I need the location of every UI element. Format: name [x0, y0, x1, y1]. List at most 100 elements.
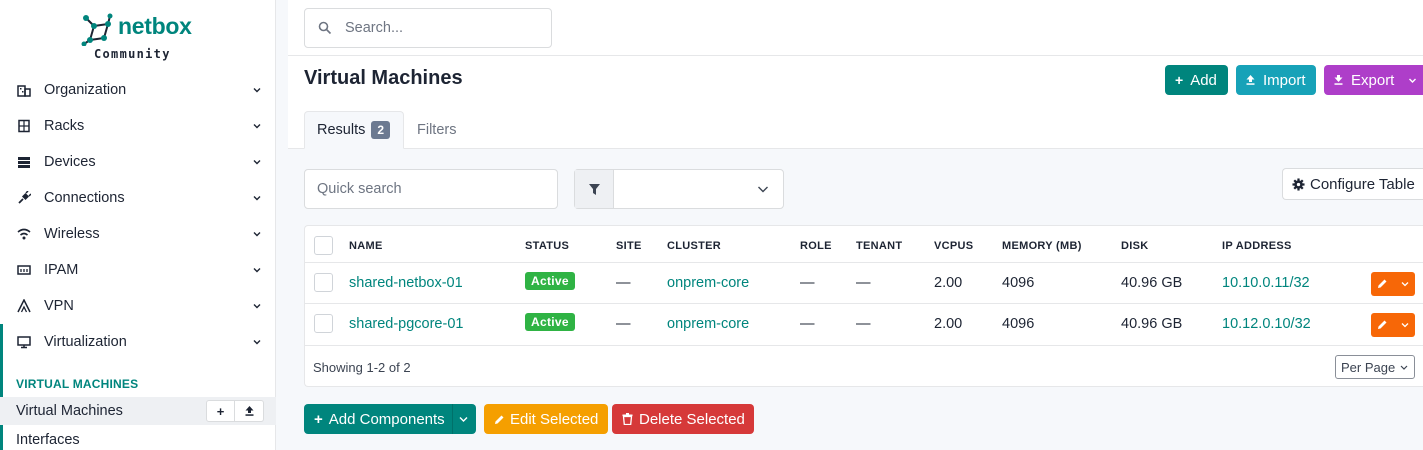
select-all-checkbox[interactable] — [314, 236, 333, 255]
chevron-down-icon — [1409, 78, 1416, 83]
nav-racks[interactable]: Racks — [0, 108, 276, 144]
download-icon — [1334, 75, 1343, 85]
nav-virtualization[interactable]: Virtualization — [0, 324, 276, 360]
brand-name: netbox — [118, 13, 192, 39]
counter-icon — [16, 262, 32, 278]
add-vm-button[interactable]: + — [206, 400, 235, 422]
vm-name-link[interactable]: shared-netbox-01 — [349, 275, 463, 291]
chevron-down-icon — [1400, 365, 1408, 370]
chevron-down-icon — [253, 232, 261, 237]
tenant-cell: — — [856, 275, 871, 291]
search-input[interactable] — [345, 9, 545, 47]
vcpus-cell: 2.00 — [934, 275, 963, 291]
memory-cell: 4096 — [1002, 316, 1035, 332]
plus-icon: + — [216, 403, 225, 419]
tab-label: Filters — [417, 122, 457, 138]
site-cell: — — [616, 316, 631, 332]
tunnel-icon — [16, 298, 32, 314]
role-cell: — — [800, 275, 815, 291]
monitor-icon — [16, 334, 32, 350]
brand-edition: Community — [94, 47, 171, 61]
pencil-icon — [1378, 279, 1387, 288]
tab-results[interactable]: Results 2 — [304, 111, 404, 149]
col-header-status[interactable]: STATUS — [525, 240, 569, 252]
configure-table-button[interactable]: Configure Table — [1282, 168, 1423, 200]
netbox-logo-icon — [81, 13, 113, 46]
ip-address-link[interactable]: 10.12.0.10/32 — [1222, 316, 1311, 332]
quick-search-input[interactable] — [305, 170, 557, 208]
nav-section-heading: VIRTUAL MACHINES — [16, 377, 139, 391]
edit-selected-label: Edit Selected — [510, 410, 599, 428]
chevron-down-icon — [1401, 323, 1409, 328]
row-edit-button[interactable] — [1371, 313, 1415, 337]
nav-sub-interfaces[interactable]: Interfaces — [0, 426, 276, 450]
add-button[interactable]: + Add — [1165, 65, 1228, 95]
col-header-name[interactable]: NAME — [349, 240, 383, 252]
configure-table-label: Configure Table — [1310, 175, 1415, 193]
import-vm-button[interactable] — [235, 400, 264, 422]
import-label: Import — [1263, 71, 1306, 89]
wifi-icon — [16, 226, 32, 242]
col-header-ip-address[interactable]: IP ADDRESS — [1222, 240, 1292, 252]
status-badge: Active — [525, 313, 575, 331]
col-header-cluster[interactable]: CLUSTER — [667, 240, 721, 252]
tenant-cell: — — [856, 316, 871, 332]
nav-connections[interactable]: Connections — [0, 180, 276, 216]
chevron-down-icon — [253, 160, 261, 165]
nav-ipam[interactable]: IPAM — [0, 252, 276, 288]
col-header-memory[interactable]: MEMORY (MB) — [1002, 240, 1082, 252]
add-components-button[interactable]: + Add Components — [304, 404, 476, 434]
pencil-icon — [495, 415, 504, 424]
nav-label: IPAM — [44, 262, 79, 278]
sidebar: netbox Community Organization Racks Devi… — [0, 0, 276, 450]
site-cell: — — [616, 275, 631, 291]
per-page-label: Per Page — [1341, 359, 1396, 375]
export-button[interactable]: Export — [1324, 65, 1423, 95]
nav-sub-virtual-machines[interactable]: Virtual Machines + — [0, 397, 276, 425]
chevron-down-icon — [253, 196, 261, 201]
nav-organization[interactable]: Organization — [0, 72, 276, 108]
nav-sub-label: Interfaces — [16, 432, 80, 448]
filter-icon — [588, 183, 600, 195]
import-button[interactable]: Import — [1236, 65, 1316, 95]
tab-filters[interactable]: Filters — [417, 111, 456, 149]
export-label: Export — [1351, 71, 1395, 89]
nav-devices[interactable]: Devices — [0, 144, 276, 180]
chevron-down-icon — [758, 186, 768, 193]
vm-name-link[interactable]: shared-pgcore-01 — [349, 316, 463, 332]
chevron-down-icon — [459, 417, 468, 422]
table-row: shared-pgcore-01 Active — onprem-core — … — [305, 303, 1423, 345]
cluster-link[interactable]: onprem-core — [667, 275, 749, 291]
chevron-down-icon — [253, 340, 261, 345]
col-header-tenant[interactable]: TENANT — [856, 240, 902, 252]
add-label: Add — [1190, 71, 1217, 89]
split-divider — [452, 404, 453, 434]
tab-label: Results — [317, 122, 366, 138]
brand-logo[interactable]: netbox Community — [80, 10, 200, 64]
cluster-link[interactable]: onprem-core — [667, 316, 749, 332]
row-checkbox[interactable] — [314, 273, 333, 292]
edit-selected-button[interactable]: Edit Selected — [484, 404, 608, 434]
per-page-select[interactable]: Per Page — [1335, 355, 1415, 379]
chevron-down-icon — [253, 88, 261, 93]
pencil-icon — [1378, 320, 1387, 329]
search-icon — [318, 21, 332, 35]
nav-vpn[interactable]: VPN — [0, 288, 276, 324]
nav-sub-actions: + — [206, 400, 264, 422]
chevron-down-icon — [253, 124, 261, 129]
global-search — [304, 8, 552, 48]
row-edit-button[interactable] — [1371, 272, 1415, 296]
col-header-disk[interactable]: DISK — [1121, 240, 1148, 252]
col-header-site[interactable]: SITE — [616, 240, 642, 252]
row-checkbox[interactable] — [314, 314, 333, 333]
delete-selected-button[interactable]: Delete Selected — [612, 404, 754, 434]
trash-icon — [622, 413, 633, 425]
chevron-down-icon — [253, 268, 261, 273]
results-count-badge: 2 — [371, 121, 391, 139]
nav-wireless[interactable]: Wireless — [0, 216, 276, 252]
disk-cell: 40.96 GB — [1121, 275, 1183, 291]
saved-filter-select[interactable] — [615, 170, 783, 208]
ip-address-link[interactable]: 10.10.0.11/32 — [1222, 275, 1310, 291]
col-header-vcpus[interactable]: VCPUS — [934, 240, 973, 252]
col-header-role[interactable]: ROLE — [800, 240, 832, 252]
